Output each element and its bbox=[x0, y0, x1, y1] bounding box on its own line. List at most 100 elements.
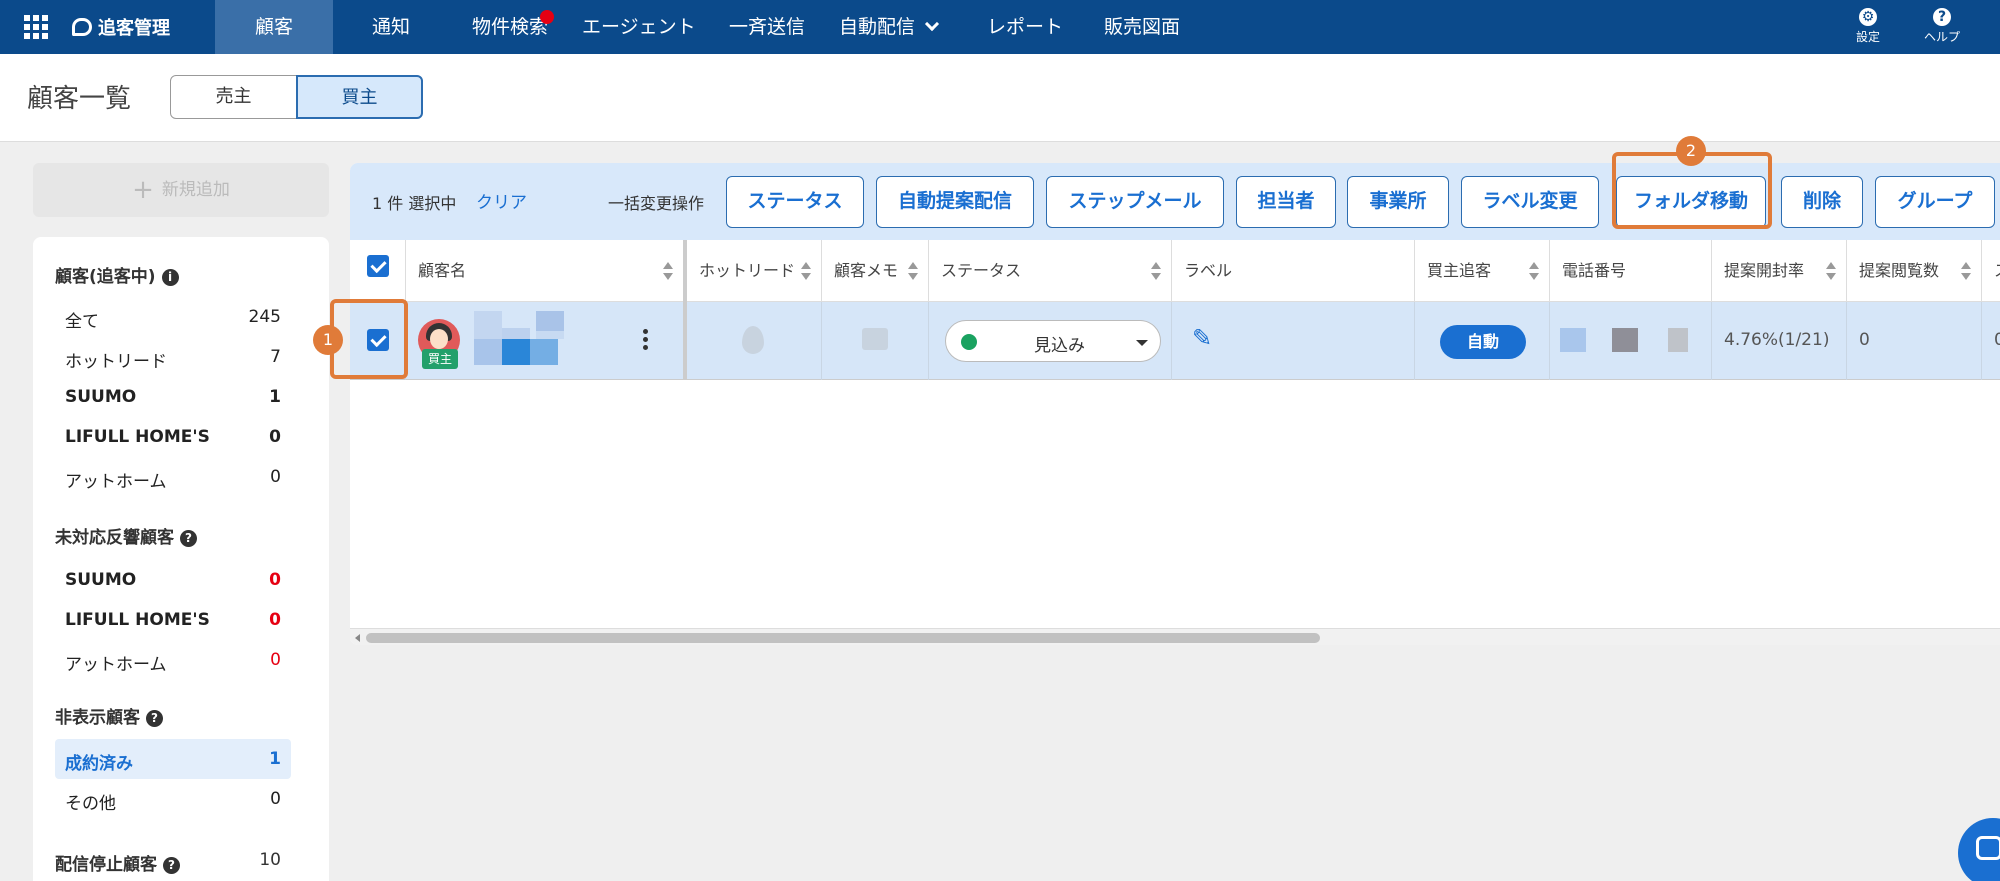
status-value: 見込み bbox=[1034, 336, 1085, 356]
sidebar-item-contracted[interactable]: 成約済み 1 bbox=[55, 739, 291, 779]
section-title-tracking: 顧客(追客中) i bbox=[55, 262, 179, 287]
bulk-status-button[interactable]: ステータス bbox=[726, 176, 864, 228]
bulk-delete-button[interactable]: 削除 bbox=[1781, 176, 1863, 228]
help-circle-icon[interactable]: ? bbox=[146, 709, 163, 727]
horizontal-scrollbar[interactable] bbox=[350, 628, 2000, 645]
chat-support-button[interactable] bbox=[1958, 818, 2000, 881]
app-logo[interactable]: 追客管理 bbox=[72, 13, 170, 41]
seller-tab[interactable]: 売主 bbox=[170, 75, 297, 119]
item-label: SUUMO bbox=[65, 387, 137, 407]
bulk-auto-proposal-button[interactable]: 自動提案配信 bbox=[876, 176, 1034, 228]
bulk-label-change-button[interactable]: ラベル変更 bbox=[1461, 176, 1599, 228]
nav-item-notifications[interactable]: 通知 bbox=[372, 0, 410, 54]
add-new-label: 新規追加 bbox=[161, 180, 230, 200]
redacted-name-block bbox=[536, 331, 564, 339]
header-phone: 電話番号 bbox=[1550, 240, 1712, 302]
sort-icon[interactable] bbox=[1826, 262, 1836, 280]
header-hotlead[interactable]: ホットリード bbox=[687, 240, 822, 302]
sort-icon[interactable] bbox=[1151, 262, 1161, 280]
step1-badge: 1 bbox=[313, 325, 343, 355]
header-customer-name[interactable]: 顧客名 bbox=[406, 240, 687, 302]
section-title-stopped[interactable]: 配信停止顧客? bbox=[55, 850, 180, 875]
memo-icon[interactable] bbox=[862, 328, 888, 350]
header-status[interactable]: ステータス bbox=[929, 240, 1172, 302]
chat-icon bbox=[1976, 836, 2000, 860]
nav-item-property-search[interactable]: 物件検索 bbox=[472, 0, 554, 54]
help-label: ヘルプ bbox=[1923, 30, 1960, 44]
item-count: 0 bbox=[270, 650, 281, 670]
bulk-office-button[interactable]: 事業所 bbox=[1347, 176, 1449, 228]
header-next-col: ス bbox=[1982, 240, 2000, 302]
gear-icon: ⚙ bbox=[1859, 8, 1877, 26]
header-label: 顧客名 bbox=[418, 261, 467, 280]
help-icon: ? bbox=[1933, 8, 1951, 26]
sort-icon[interactable] bbox=[1961, 262, 1971, 280]
sidebar-item-suumo[interactable]: SUUMO 1 bbox=[55, 377, 291, 417]
bulk-group-button[interactable]: グループ bbox=[1875, 176, 1995, 228]
scroll-thumb[interactable] bbox=[366, 633, 1320, 643]
clear-selection-link[interactable]: クリア bbox=[476, 188, 527, 213]
help-button[interactable]: ? ヘルプ bbox=[1912, 8, 1972, 45]
header-view-count[interactable]: 提案閲覧数 bbox=[1847, 240, 1982, 302]
sidebar-item-athome[interactable]: アットホーム 0 bbox=[55, 457, 291, 497]
sidebar-item-other[interactable]: その他 0 bbox=[55, 779, 291, 819]
header-open-rate[interactable]: 提案開封率 bbox=[1712, 240, 1847, 302]
item-label: 全て bbox=[65, 312, 99, 332]
sidebar-item-unanswered-lifull[interactable]: LIFULL HOME'S 0 bbox=[55, 600, 291, 640]
page-header: 顧客一覧 売主 買主 bbox=[0, 54, 2000, 142]
sidebar-item-unanswered-suumo[interactable]: SUUMO 0 bbox=[55, 560, 291, 600]
sidebar-item-hotlead[interactable]: ホットリード 7 bbox=[55, 337, 291, 377]
view-count-value: 0 bbox=[1859, 330, 1870, 350]
bulk-step-mail-button[interactable]: ステップメール bbox=[1046, 176, 1224, 228]
help-circle-icon[interactable]: ? bbox=[180, 529, 197, 547]
header-select-cell bbox=[350, 240, 406, 302]
more-options-icon[interactable] bbox=[643, 329, 649, 353]
select-all-checkbox[interactable] bbox=[367, 255, 389, 277]
add-new-button[interactable]: + 新規追加 bbox=[33, 163, 329, 217]
nav-item-auto-delivery[interactable]: 自動配信 bbox=[839, 0, 940, 54]
nav-item-customers[interactable]: 顧客 bbox=[215, 0, 333, 54]
header-buyer-tracking[interactable]: 買主追客 bbox=[1415, 240, 1550, 302]
flame-icon[interactable] bbox=[742, 326, 764, 354]
hotlead-cell[interactable] bbox=[687, 302, 822, 380]
nav-label: 物件検索 bbox=[472, 16, 549, 38]
nav-label: 一斉送信 bbox=[729, 16, 806, 38]
nav-item-agent[interactable]: エージェント bbox=[582, 0, 696, 54]
header-memo[interactable]: 顧客メモ bbox=[822, 240, 929, 302]
help-circle-icon[interactable]: ? bbox=[163, 856, 180, 874]
sort-icon[interactable] bbox=[1529, 262, 1539, 280]
sidebar-item-lifull[interactable]: LIFULL HOME'S 0 bbox=[55, 417, 291, 457]
auto-tracking-badge[interactable]: 自動 bbox=[1440, 325, 1526, 359]
nav-item-sales-drawings[interactable]: 販売図面 bbox=[1104, 0, 1180, 54]
app-grid-icon[interactable] bbox=[24, 15, 48, 39]
memo-cell[interactable] bbox=[822, 302, 929, 380]
bulk-assignee-button[interactable]: 担当者 bbox=[1236, 176, 1336, 228]
sidebar-item-unanswered-athome[interactable]: アットホーム 0 bbox=[55, 640, 291, 680]
nav-label: 通知 bbox=[372, 16, 411, 38]
buyer-tab[interactable]: 買主 bbox=[296, 75, 423, 119]
section-label: 配信停止顧客 bbox=[55, 855, 157, 875]
item-count: 0 bbox=[269, 427, 281, 447]
item-label: アットホーム bbox=[65, 655, 167, 675]
page-title: 顧客一覧 bbox=[27, 84, 132, 114]
step2-badge: 2 bbox=[1676, 136, 1706, 166]
sort-icon[interactable] bbox=[663, 262, 673, 280]
sidebar-item-all[interactable]: 全て 245 bbox=[55, 297, 291, 337]
sort-icon[interactable] bbox=[801, 262, 811, 280]
section-title-unanswered: 未対応反響顧客? bbox=[55, 523, 197, 548]
customer-name-cell[interactable]: 買主 bbox=[406, 302, 687, 380]
redacted-phone-block bbox=[1668, 328, 1688, 352]
redacted-name-block bbox=[474, 311, 502, 339]
table-row[interactable]: 買主 見込み ✎ 自動 4.76%(1/21) 0 0 bbox=[350, 302, 2000, 380]
scroll-left-icon[interactable] bbox=[355, 634, 360, 642]
label-cell: ✎ bbox=[1172, 302, 1415, 380]
sort-icon[interactable] bbox=[908, 262, 918, 280]
notification-dot bbox=[540, 10, 554, 24]
redacted-name-block bbox=[530, 339, 558, 365]
nav-item-bulk-send[interactable]: 一斉送信 bbox=[729, 0, 805, 54]
info-icon[interactable]: i bbox=[161, 268, 179, 286]
status-select[interactable]: 見込み bbox=[945, 320, 1161, 362]
settings-button[interactable]: ⚙ 設定 bbox=[1838, 8, 1898, 45]
pencil-icon[interactable]: ✎ bbox=[1192, 324, 1212, 352]
nav-item-report[interactable]: レポート bbox=[987, 0, 1063, 54]
